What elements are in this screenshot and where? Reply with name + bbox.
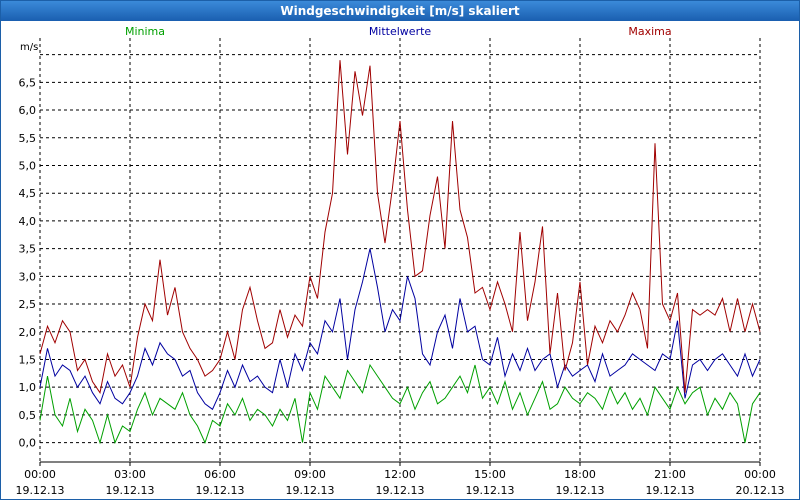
x-tick-time: 18:00	[564, 468, 596, 481]
x-tick-date: 19.12.13	[646, 484, 695, 497]
x-tick-time: 06:00	[204, 468, 236, 481]
y-tick-label: 6,5	[19, 76, 37, 89]
x-tick-date: 20.12.13	[736, 484, 785, 497]
legend-maxima: Maxima	[628, 25, 671, 38]
x-tick-date: 19.12.13	[106, 484, 155, 497]
y-axis-label: m/s	[20, 42, 38, 53]
y-tick-label: 3,5	[19, 243, 37, 256]
y-tick-label: 5,5	[19, 132, 37, 145]
legend: Minima Mittelwerte Maxima	[125, 25, 672, 38]
x-tick-time: 15:00	[474, 468, 506, 481]
x-tick-time: 12:00	[384, 468, 416, 481]
x-axis-ticks: 00:00 19.12.13 03:00 19.12.13 06:00 19.12.13 0…	[16, 462, 785, 497]
y-tick-label: 1,5	[19, 353, 37, 366]
y-tick-label: 6,0	[19, 104, 37, 117]
x-tick-time: 00:00	[24, 468, 56, 481]
y-tick-label: 1,0	[19, 381, 37, 394]
legend-mittelwerte: Mittelwerte	[369, 25, 432, 38]
y-tick-label: 5,0	[19, 159, 37, 172]
y-tick-label: 2,5	[19, 298, 37, 311]
legend-minima: Minima	[125, 25, 165, 38]
x-tick-date: 19.12.13	[556, 484, 605, 497]
y-tick-label: 0,0	[19, 437, 37, 450]
y-tick-label: 3,0	[19, 270, 37, 283]
y-axis-ticks: 0,0 0,5 1,0 1,5 2,0 2,5 3,0 3,5 4,0 4,5 5,0 5,5 6,0 6…	[19, 76, 37, 449]
y-tick-label: 4,5	[19, 187, 37, 200]
x-tick-time: 21:00	[654, 468, 686, 481]
y-tick-label: 4,0	[19, 215, 37, 228]
x-tick-date: 19.12.13	[466, 484, 515, 497]
y-tick-label: 0,5	[19, 409, 37, 422]
x-tick-date: 19.12.13	[376, 484, 425, 497]
y-tick-label: 2,0	[19, 326, 37, 339]
x-tick-date: 19.12.13	[16, 484, 65, 497]
x-tick-date: 19.12.13	[196, 484, 245, 497]
x-tick-date: 19.12.13	[286, 484, 335, 497]
x-tick-time: 00:00	[744, 468, 776, 481]
x-tick-time: 03:00	[114, 468, 146, 481]
chart-svg: 0,0 0,5 1,0 1,5 2,0 2,5 3,0 3,5 4,0 4,5 5,0 5,5 6,0 6…	[16, 25, 785, 497]
x-tick-time: 09:00	[294, 468, 326, 481]
